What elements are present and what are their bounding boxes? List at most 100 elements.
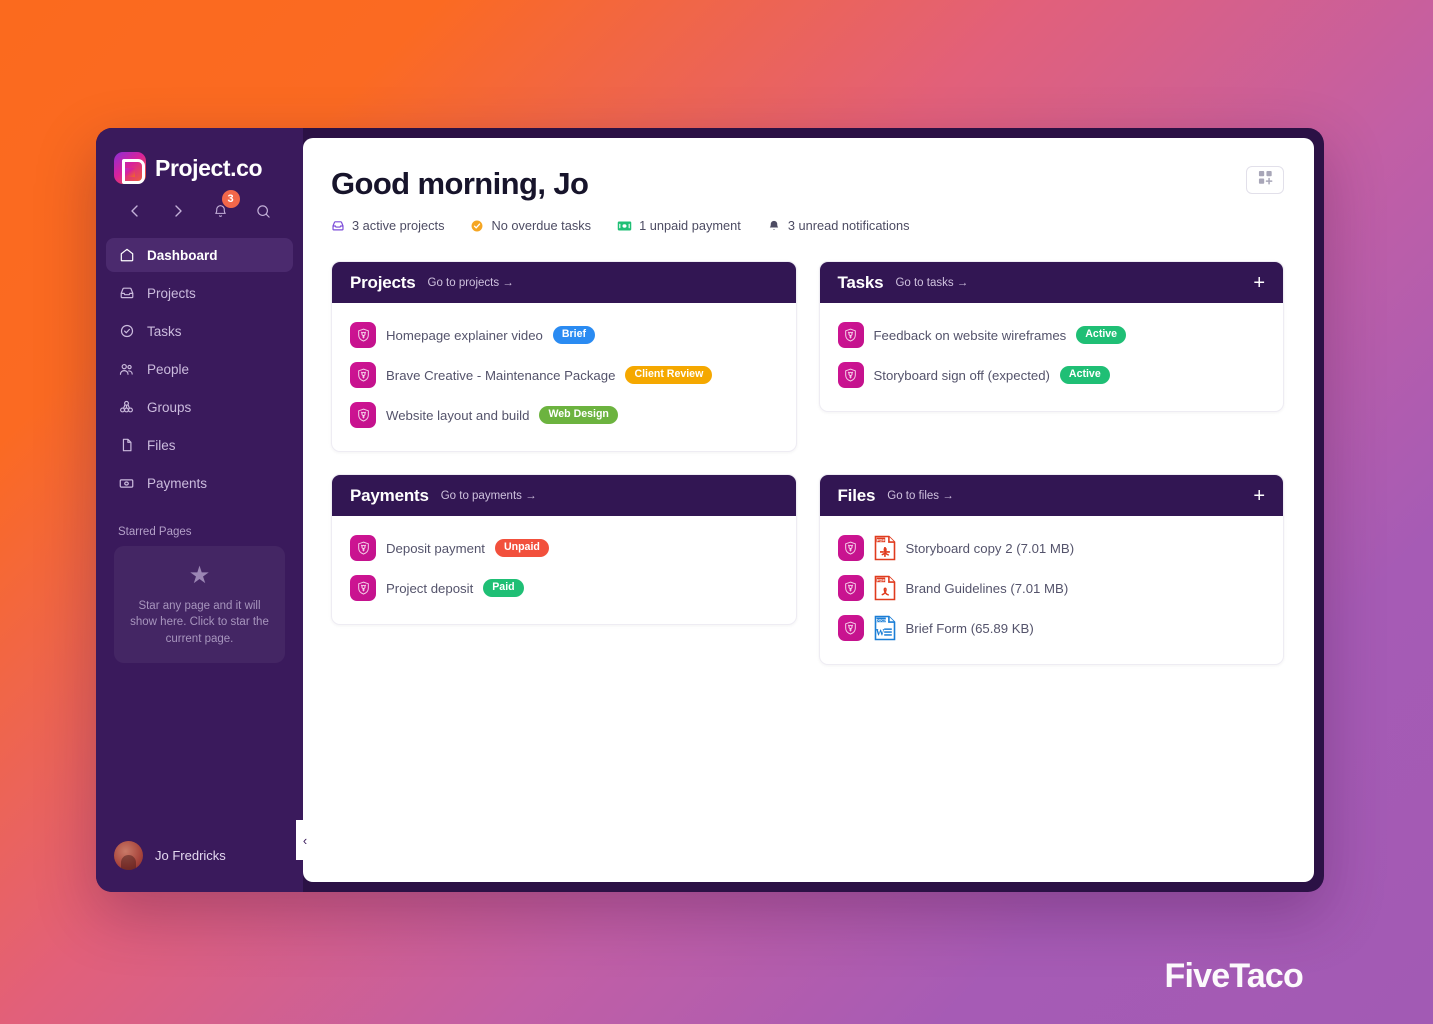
card-files: Files Go to files → + PDF ⊹ Storyboard c… — [818, 474, 1284, 665]
status-text: 3 unread notifications — [787, 218, 910, 233]
status-text: 3 active projects — [352, 218, 445, 233]
status-badge: Active — [1076, 326, 1127, 344]
add-file-button[interactable]: + — [1253, 486, 1265, 506]
card-header: Projects Go to projects → — [332, 262, 796, 303]
card-body: Homepage explainer video Brief Brave Cre… — [332, 303, 796, 451]
svg-text:W: W — [875, 627, 884, 637]
project-badge-icon — [837, 362, 864, 388]
pdf-file-icon: PDF ⊹ — [874, 535, 896, 561]
list-item[interactable]: Homepage explainer video Brief — [350, 315, 778, 355]
card-header: Files Go to files → + — [819, 475, 1283, 516]
inbox-icon — [118, 285, 135, 302]
sidebar-menu: Dashboard Projects Tasks People Groups F… — [96, 238, 303, 504]
sidebar-item-dashboard[interactable]: Dashboard — [106, 238, 293, 272]
starred-empty-text: Star any page and it will show here. Cli… — [130, 600, 269, 645]
row-label: Project deposit — [386, 580, 474, 596]
row-label: Homepage explainer video — [386, 327, 543, 343]
status-badge: Unpaid — [494, 539, 549, 557]
fivetaco-watermark: FiveTaco — [1164, 957, 1304, 995]
status-unread-notifications: 3 unread notifications — [767, 218, 910, 233]
list-item[interactable]: PDF ⊹ Storyboard copy 2 (7.01 MB) — [837, 528, 1266, 568]
row-label: Deposit payment — [386, 540, 485, 556]
status-active-projects: 3 active projects — [331, 218, 444, 233]
groups-icon — [118, 399, 135, 416]
sidebar-item-people[interactable]: People — [106, 352, 293, 386]
svg-text:DOCX: DOCX — [876, 618, 887, 622]
row-label: Website layout and build — [386, 407, 530, 423]
sidebar-item-projects[interactable]: Projects — [106, 276, 293, 310]
forward-arrow-icon[interactable] — [157, 196, 200, 226]
back-arrow-icon[interactable] — [114, 196, 157, 226]
sidebar-item-label: Dashboard — [147, 247, 218, 263]
list-item[interactable]: Brave Creative - Maintenance Package Cli… — [350, 355, 778, 395]
search-icon[interactable] — [242, 196, 285, 226]
card-body: Deposit payment Unpaid Project deposit P… — [332, 516, 796, 624]
user-name: Jo Fredricks — [155, 848, 226, 863]
file-icon — [118, 437, 135, 454]
sidebar: Project.co 3 Dashboard Projects Tasks Pe… — [96, 128, 314, 892]
sidebar-item-files[interactable]: Files — [106, 428, 293, 462]
list-item[interactable]: Website layout and build Web Design — [350, 395, 778, 435]
sidebar-item-label: Payments — [147, 475, 208, 491]
svg-text:PDF: PDF — [876, 577, 885, 582]
project-badge-icon — [350, 575, 376, 601]
go-to-files-link[interactable]: Go to files → — [887, 490, 953, 502]
go-to-projects-link[interactable]: Go to projects → — [428, 277, 514, 289]
card-projects: Projects Go to projects → Homepage expla… — [331, 261, 797, 452]
brand-name: Project.co — [155, 154, 263, 181]
go-to-tasks-link[interactable]: Go to tasks → — [895, 277, 968, 289]
brand-logo[interactable]: Project.co — [96, 146, 303, 184]
project-badge-icon — [837, 535, 864, 561]
list-item[interactable]: Feedback on website wireframes Active — [837, 315, 1266, 355]
card-title: Files — [837, 485, 876, 505]
svg-text:PDF: PDF — [876, 537, 885, 542]
status-badge: Brief — [552, 326, 596, 344]
list-item[interactable]: PDF Brand Guidelines (7.01 MB) — [837, 568, 1266, 608]
go-to-payments-link[interactable]: Go to payments → — [441, 490, 537, 502]
sidebar-item-payments[interactable]: Payments — [106, 466, 293, 500]
add-task-button[interactable]: + — [1253, 273, 1265, 293]
payments-icon — [118, 475, 135, 492]
word-file-icon: DOCX W — [874, 615, 896, 641]
list-item[interactable]: Storyboard sign off (expected) Active — [837, 355, 1266, 395]
sidebar-nav-controls: 3 — [96, 184, 303, 230]
sidebar-item-label: Groups — [147, 399, 192, 415]
add-widget-button[interactable] — [1246, 166, 1284, 194]
sidebar-collapse-button[interactable]: ‹ — [296, 820, 314, 860]
card-payments: Payments Go to payments → Deposit paymen… — [331, 474, 797, 625]
project-co-logo-icon — [114, 152, 146, 184]
project-badge-icon — [837, 575, 864, 601]
project-badge-icon — [350, 402, 376, 428]
row-label: Brand Guidelines (7.01 MB) — [905, 580, 1069, 596]
starred-pages-empty-state[interactable]: ★ Star any page and it will show here. C… — [114, 546, 285, 663]
sidebar-item-groups[interactable]: Groups — [106, 390, 293, 424]
sidebar-item-label: Files — [147, 437, 176, 453]
card-header: Tasks Go to tasks → + — [819, 262, 1283, 303]
people-icon — [118, 361, 135, 378]
list-item[interactable]: DOCX W Brief Form (65.89 KB) — [837, 608, 1266, 648]
list-item[interactable]: Deposit payment Unpaid — [350, 528, 778, 568]
main-content: Good morning, Jo 3 active projects No ov… — [303, 138, 1314, 882]
card-header: Payments Go to payments → — [332, 475, 796, 516]
status-unpaid-payment: 1 unpaid payment — [617, 218, 741, 233]
money-icon — [617, 219, 632, 233]
row-label: Storyboard copy 2 (7.01 MB) — [905, 540, 1075, 556]
sidebar-item-tasks[interactable]: Tasks — [106, 314, 293, 348]
list-item[interactable]: Project deposit Paid — [350, 568, 778, 608]
project-badge-icon — [350, 362, 376, 388]
status-badge: Web Design — [539, 406, 618, 424]
project-badge-icon — [837, 322, 864, 348]
project-badge-icon — [350, 535, 376, 561]
sidebar-item-label: People — [147, 361, 190, 377]
avatar — [114, 841, 143, 870]
status-text: No overdue tasks — [491, 218, 592, 233]
row-label: Brave Creative - Maintenance Package — [386, 367, 616, 383]
sidebar-user[interactable]: Jo Fredricks — [96, 841, 303, 892]
check-circle-icon — [118, 323, 135, 340]
project-badge-icon — [350, 322, 376, 348]
status-text: 1 unpaid payment — [639, 218, 741, 233]
bell-icon — [767, 219, 781, 233]
status-badge: Client Review — [625, 366, 713, 384]
bell-icon[interactable]: 3 — [200, 190, 243, 226]
card-body: PDF ⊹ Storyboard copy 2 (7.01 MB) PDF Br… — [820, 516, 1284, 664]
